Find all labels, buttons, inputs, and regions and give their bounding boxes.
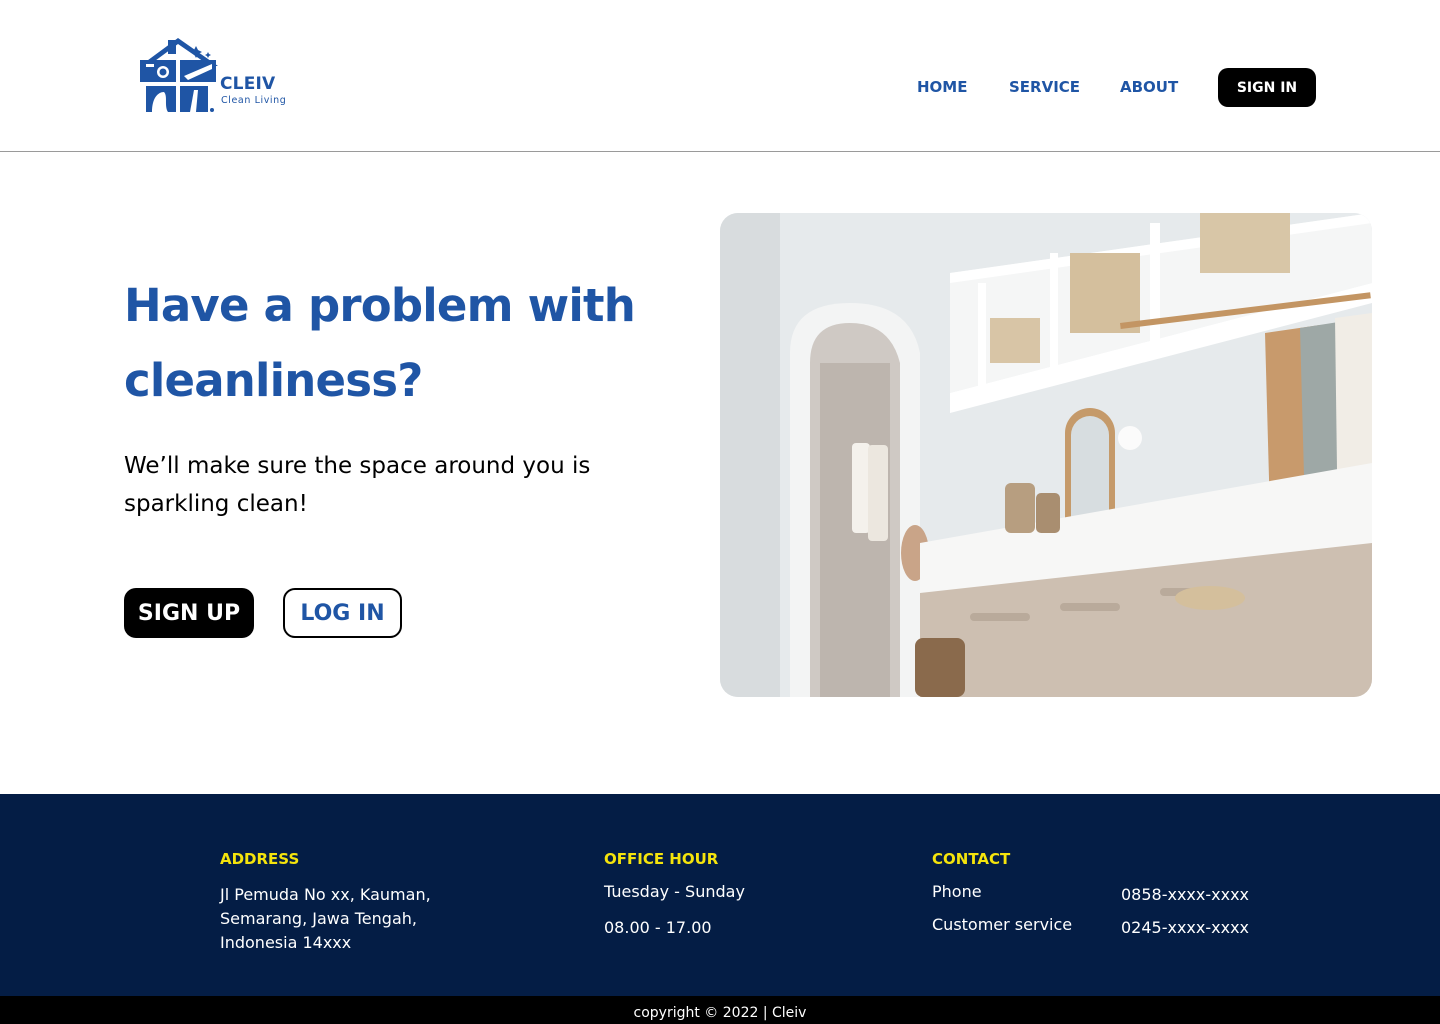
site-header: CLEIV Clean Living HOME SERVICE ABOUT SI… — [0, 0, 1440, 152]
sign-in-button[interactable]: SIGN IN — [1218, 68, 1316, 107]
address-text: Jl Pemuda No xx, Kauman, Semarang, Jawa … — [220, 885, 431, 952]
site-footer: ADDRESS Jl Pemuda No xx, Kauman, Semaran… — [0, 794, 1440, 996]
copyright-bar: copyright © 2022 | Cleiv — [0, 996, 1440, 1024]
walk-in-closet-photo — [720, 213, 1372, 697]
contact-cs-value[interactable]: 0245-xxxx-xxxx — [1121, 918, 1249, 937]
sign-up-button[interactable]: SIGN UP — [124, 588, 254, 638]
office-hour-heading: OFFICE HOUR — [604, 850, 719, 868]
hero-subtitle: We’ll make sure the space around you is … — [124, 453, 591, 517]
office-hours: 08.00 - 17.00 — [604, 918, 712, 937]
copyright-text: copyright © 2022 | Cleiv — [633, 1005, 807, 1021]
contact-phone-value[interactable]: 0858-xxxx-xxxx — [1121, 885, 1249, 904]
log-in-button[interactable]: LOG IN — [283, 588, 402, 638]
address-heading: ADDRESS — [220, 850, 300, 868]
contact-phone-label: Phone — [932, 882, 982, 901]
hero-title: Have a problem with cleanliness? — [124, 279, 636, 407]
main-nav: HOME SERVICE ABOUT SIGN IN — [0, 68, 1440, 108]
nav-home-link[interactable]: HOME — [917, 78, 967, 96]
contact-heading: CONTACT — [932, 850, 1011, 868]
contact-cs-label: Customer service — [932, 915, 1073, 934]
office-days: Tuesday - Sunday — [604, 882, 745, 901]
nav-service-link[interactable]: SERVICE — [1009, 78, 1080, 96]
nav-about-link[interactable]: ABOUT — [1120, 78, 1178, 96]
